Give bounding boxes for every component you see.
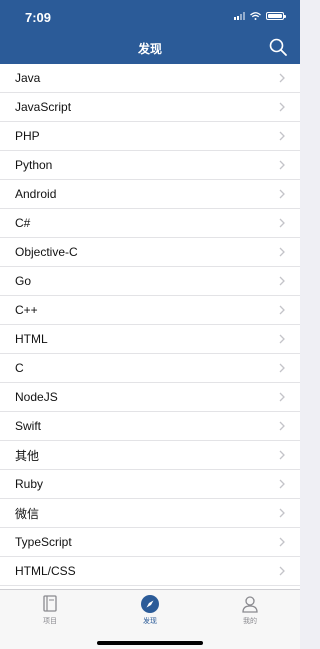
list-item-label: C (15, 361, 24, 375)
list-item[interactable]: HTML (0, 325, 300, 354)
chevron-right-icon (279, 537, 285, 547)
chevron-right-icon (279, 508, 285, 518)
search-button[interactable] (268, 37, 288, 57)
list-item-label: TypeScript (15, 535, 72, 549)
list-item-label: C++ (15, 303, 38, 317)
tab-label: 项目 (43, 618, 57, 625)
chevron-right-icon (279, 73, 285, 83)
chevron-right-icon (279, 334, 285, 344)
list-item[interactable]: Python (0, 151, 300, 180)
chevron-right-icon (279, 276, 285, 286)
list-item-label: PHP (15, 129, 40, 143)
list-item[interactable]: Java (0, 64, 300, 93)
chevron-right-icon (279, 479, 285, 489)
chevron-right-icon (279, 218, 285, 228)
list-item-label: Go (15, 274, 32, 288)
list-item[interactable]: JavaScript (0, 93, 300, 122)
chevron-right-icon (279, 566, 285, 576)
wifi-icon (250, 12, 261, 20)
book-icon (43, 595, 57, 612)
battery-icon (266, 12, 286, 20)
page-title: 发现 (137, 42, 162, 56)
list-item[interactable]: 微信 (0, 499, 300, 528)
list-item-label: 其他 (15, 448, 40, 463)
compass-icon (141, 595, 159, 613)
list-item-label: Swift (15, 419, 42, 433)
list-item[interactable]: C (0, 354, 300, 383)
list-item[interactable]: HTML/CSS (0, 557, 300, 586)
status-bar: 7:09 (0, 0, 300, 30)
list-item-label: NodeJS (15, 390, 58, 404)
list-item-label: Objective-C (15, 245, 78, 259)
list-item[interactable]: Ruby (0, 470, 300, 499)
tab-discover[interactable]: 发现 (120, 594, 180, 626)
home-indicator (97, 641, 203, 645)
list-item-label: Python (15, 158, 53, 172)
tab-label: 发现 (143, 618, 157, 625)
search-icon (269, 38, 287, 56)
list-item-label: 微信 (15, 506, 40, 521)
list-item[interactable]: Android (0, 180, 300, 209)
list-item[interactable]: Swift (0, 412, 300, 441)
chevron-right-icon (279, 131, 285, 141)
list-item[interactable]: NodeJS (0, 383, 300, 412)
header-bar: 7:09 发现 (0, 0, 300, 64)
list-item[interactable]: Go (0, 267, 300, 296)
chevron-right-icon (279, 421, 285, 431)
chevron-right-icon (279, 247, 285, 257)
list-item-label: Android (15, 187, 57, 201)
tab-bar: 项目 发现 我的 (0, 589, 300, 649)
status-icons (234, 12, 286, 20)
chevron-right-icon (279, 305, 285, 315)
chevron-right-icon (279, 363, 285, 373)
chevron-right-icon (279, 450, 285, 460)
list-item[interactable]: PHP (0, 122, 300, 151)
chevron-right-icon (279, 189, 285, 199)
list-item[interactable]: C# (0, 209, 300, 238)
list-item[interactable]: C++ (0, 296, 300, 325)
tab-label: 我的 (243, 618, 257, 625)
list-item-label: HTML (15, 332, 48, 346)
chevron-right-icon (279, 392, 285, 402)
user-icon (242, 596, 258, 613)
chevron-right-icon (279, 102, 285, 112)
tab-profile[interactable]: 我的 (220, 594, 280, 626)
list-item-label: HTML/CSS (15, 564, 76, 578)
list-item[interactable]: TypeScript (0, 528, 300, 557)
list-item-label: C# (15, 216, 31, 230)
status-time: 7:09 (25, 10, 52, 25)
list-item-label: JavaScript (15, 100, 72, 114)
list-item[interactable]: 其他 (0, 441, 300, 470)
chevron-right-icon (279, 160, 285, 170)
signal-icon (234, 12, 245, 20)
list-item-label: Java (15, 71, 41, 85)
tab-projects[interactable]: 项目 (20, 594, 80, 626)
list-item[interactable]: Objective-C (0, 238, 300, 267)
category-list: Java JavaScript PHP Python Android C# Ob… (0, 64, 300, 589)
list-item-label: Ruby (15, 477, 44, 491)
